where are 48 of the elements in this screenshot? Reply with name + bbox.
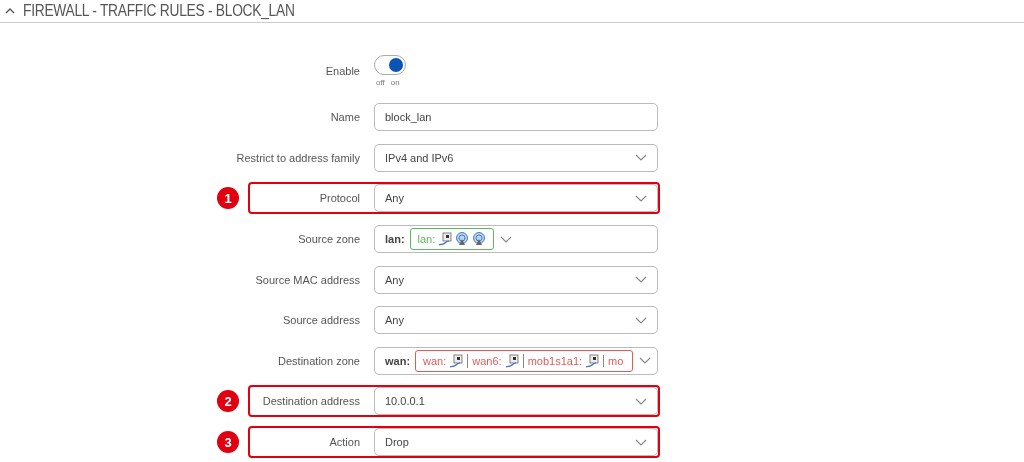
section-title: FIREWALL - TRAFFIC RULES - BLOCK_LAN [23,2,295,20]
field-label: Restrict to address family [236,151,360,164]
network-port-icon [438,232,453,247]
network-name: lan: [417,233,436,246]
select-field[interactable]: Any [374,184,658,213]
network-port-icon [585,353,600,368]
name-field[interactable]: block_lan [374,103,658,132]
step-number-badge: 1 [217,187,239,210]
field-label: Source zone [298,233,360,246]
network-name: mo [608,354,624,367]
network-name: wan6: [472,354,502,367]
wireless-icon [455,232,470,247]
step-number-badge: 3 [217,431,239,454]
field-label: Destination address [262,395,360,408]
enable-toggle[interactable] [374,54,406,75]
on-label: on [390,77,400,87]
field-label: Protocol [319,192,360,205]
wireless-icon [472,232,487,247]
field-label: Source MAC address [255,273,360,286]
select-field[interactable]: Any [374,306,658,335]
chevron-down-icon [639,357,651,365]
step-number-badge: 2 [217,390,239,413]
select-field[interactable]: Drop [374,428,658,457]
chevron-down-icon [635,397,647,405]
network-port-icon [504,353,519,368]
field-label: Name [330,111,360,124]
chevron-down-icon [635,438,647,446]
zone-name: lan: [385,233,405,246]
field-label: Destination zone [278,354,360,367]
field-label: Enable [325,64,360,77]
chevron-down-icon [635,276,647,284]
chevron-down-icon [635,195,647,202]
chevron-down-icon [635,316,647,324]
chevron-down-icon [500,235,513,243]
select-field[interactable]: Any [374,265,658,294]
zone-select[interactable]: lan: lan: [374,225,658,254]
select-field[interactable]: IPv4 and IPv6 [374,143,658,172]
zone-name: wan: [385,354,411,367]
off-label: off [376,77,385,87]
chevron-down-icon [635,154,647,162]
network-name: wan: [423,354,447,367]
field-label: Source address [282,314,360,327]
network-port-icon [449,353,464,368]
field-label: Action [329,436,360,449]
zone-select[interactable]: wan: wan: wan6: mob1s1a1: mo [374,346,658,375]
collapse-caret-icon[interactable] [5,7,15,15]
select-field[interactable]: 10.0.0.1 [374,387,658,416]
network-name: mob1s1a1: [527,354,583,367]
